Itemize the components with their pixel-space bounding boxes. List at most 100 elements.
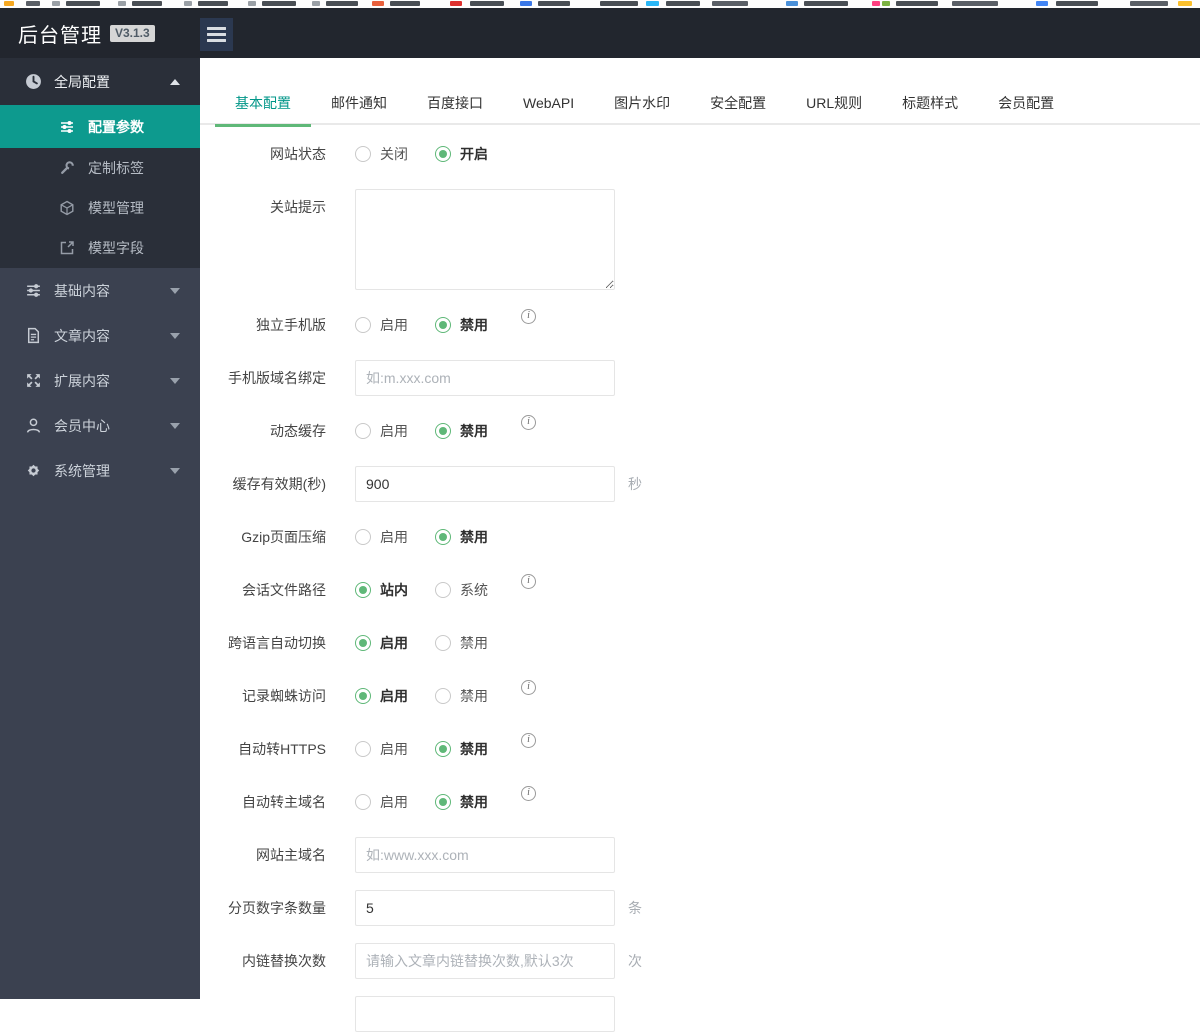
info-icon[interactable]: i <box>521 732 536 748</box>
radio-icon[interactable] <box>355 529 371 545</box>
info-icon[interactable]: i <box>521 414 536 430</box>
main-domain-input[interactable] <box>355 837 615 873</box>
form-row-session-path: 会话文件路径 站内 系统 i <box>200 572 1200 608</box>
pagination-count-input[interactable] <box>355 890 615 926</box>
radio-icon[interactable] <box>435 635 451 651</box>
field-label: 内链替换次数 <box>242 953 326 969</box>
sidebar-item-model-manage[interactable]: 模型管理 <box>0 188 200 228</box>
sidebar-item-extended-content[interactable]: 扩展内容 <box>0 358 200 403</box>
info-icon[interactable]: i <box>521 785 536 801</box>
radio-checked-icon[interactable] <box>435 794 451 810</box>
tab-image-watermark[interactable]: 图片水印 <box>594 83 690 125</box>
partial-input[interactable] <box>355 996 615 1032</box>
radio-option-enable[interactable]: 启用 <box>355 739 435 759</box>
radio-option-enable[interactable]: 启用 <box>355 686 435 706</box>
radio-option-onsite[interactable]: 站内 <box>355 580 435 600</box>
sidebar-item-model-fields[interactable]: 模型字段 <box>0 228 200 268</box>
radio-option-enable[interactable]: 启用 <box>355 421 435 441</box>
form-row-inner-link-count: 内链替换次数 次 <box>200 943 1200 979</box>
field-label: 关站提示 <box>270 199 326 215</box>
field-label: 网站状态 <box>270 146 326 162</box>
info-icon[interactable]: i <box>521 679 536 695</box>
sidebar-item-label: 全局配置 <box>54 73 110 90</box>
radio-icon[interactable] <box>355 317 371 333</box>
unit-label: 次 <box>628 953 642 969</box>
mobile-domain-input[interactable] <box>355 360 615 396</box>
tab-url-rules[interactable]: URL规则 <box>786 83 882 125</box>
bookmark-fragment <box>712 1 748 6</box>
radio-option-system[interactable]: 系统 <box>435 580 515 600</box>
radio-option-disable[interactable]: 禁用 <box>435 686 515 706</box>
form-row-mobile-version: 独立手机版 启用 禁用 i <box>200 307 1200 343</box>
chevron-down-icon <box>170 332 180 339</box>
tab-basic-config[interactable]: 基本配置 <box>215 83 311 127</box>
sidebar-item-custom-tags[interactable]: 定制标签 <box>0 148 200 188</box>
bookmark-fragment <box>262 1 296 6</box>
tab-member-config[interactable]: 会员配置 <box>978 83 1074 125</box>
app-logo: 后台管理 V3.1.3 <box>18 8 155 58</box>
radio-icon[interactable] <box>355 146 371 162</box>
sliders-icon <box>61 120 73 133</box>
bookmark-fragment <box>312 1 320 6</box>
tab-mail-notify[interactable]: 邮件通知 <box>311 83 407 125</box>
chevron-down-icon <box>170 377 180 384</box>
user-icon <box>26 418 41 433</box>
sidebar-item-member-center[interactable]: 会员中心 <box>0 403 200 448</box>
radio-option-disable[interactable]: 禁用 <box>435 315 515 335</box>
radio-icon[interactable] <box>435 688 451 704</box>
form-row-gzip: Gzip页面压缩 启用 禁用 <box>200 519 1200 555</box>
radio-option-close[interactable]: 关闭 <box>355 144 435 164</box>
radio-checked-icon[interactable] <box>435 317 451 333</box>
bookmark-fragment <box>952 1 998 6</box>
inner-link-count-input[interactable] <box>355 943 615 979</box>
radio-option-disable[interactable]: 禁用 <box>435 792 515 812</box>
close-notice-textarea[interactable] <box>355 189 615 290</box>
radio-option-open[interactable]: 开启 <box>435 144 515 164</box>
radio-option-enable[interactable]: 启用 <box>355 527 435 547</box>
field-label: 跨语言自动切换 <box>228 635 326 651</box>
chevron-down-icon <box>170 287 180 294</box>
sidebar-item-system-manage[interactable]: 系统管理 <box>0 448 200 493</box>
sidebar-item-label: 配置参数 <box>88 118 144 135</box>
sidebar-item-basic-content[interactable]: 基础内容 <box>0 268 200 313</box>
radio-checked-icon[interactable] <box>355 635 371 651</box>
tab-security-config[interactable]: 安全配置 <box>690 83 786 125</box>
form-row-dynamic-cache: 动态缓存 启用 禁用 i <box>200 413 1200 449</box>
tab-title-style[interactable]: 标题样式 <box>882 83 978 125</box>
radio-option-disable[interactable]: 禁用 <box>435 421 515 441</box>
radio-checked-icon[interactable] <box>435 529 451 545</box>
form-row-site-status: 网站状态 关闭 开启 <box>200 136 1200 172</box>
sidebar-item-config-params[interactable]: 配置参数 <box>0 105 200 148</box>
radio-icon[interactable] <box>355 423 371 439</box>
radio-option-disable[interactable]: 禁用 <box>435 739 515 759</box>
sidebar-item-global-config[interactable]: 全局配置 <box>0 58 200 105</box>
radio-checked-icon[interactable] <box>355 582 371 598</box>
app-header: 后台管理 V3.1.3 <box>0 8 1200 58</box>
info-icon[interactable]: i <box>521 308 536 324</box>
radio-icon[interactable] <box>435 582 451 598</box>
sidebar-toggle-button[interactable] <box>200 18 233 51</box>
radio-icon[interactable] <box>355 794 371 810</box>
radio-option-disable[interactable]: 禁用 <box>435 633 515 653</box>
config-tabs: 基本配置 邮件通知 百度接口 WebAPI 图片水印 安全配置 URL规则 标题… <box>200 83 1200 127</box>
radio-checked-icon[interactable] <box>435 423 451 439</box>
radio-checked-icon[interactable] <box>435 146 451 162</box>
radio-option-disable[interactable]: 禁用 <box>435 527 515 547</box>
radio-checked-icon[interactable] <box>435 741 451 757</box>
cache-expire-input[interactable] <box>355 466 615 502</box>
form-row-mobile-domain: 手机版域名绑定 <box>200 360 1200 396</box>
info-icon[interactable]: i <box>521 573 536 589</box>
radio-checked-icon[interactable] <box>355 688 371 704</box>
tab-baidu-api[interactable]: 百度接口 <box>407 83 503 125</box>
expand-icon <box>27 374 40 387</box>
radio-option-enable[interactable]: 启用 <box>355 315 435 335</box>
bookmark-fragment <box>538 1 570 6</box>
tab-webapi[interactable]: WebAPI <box>503 83 594 125</box>
sidebar-item-label: 会员中心 <box>54 417 110 434</box>
bookmark-fragment <box>872 1 880 6</box>
radio-option-enable[interactable]: 启用 <box>355 633 435 653</box>
radio-icon[interactable] <box>355 741 371 757</box>
wrench-icon <box>61 161 74 174</box>
sidebar-item-article-content[interactable]: 文章内容 <box>0 313 200 358</box>
radio-option-enable[interactable]: 启用 <box>355 792 435 812</box>
